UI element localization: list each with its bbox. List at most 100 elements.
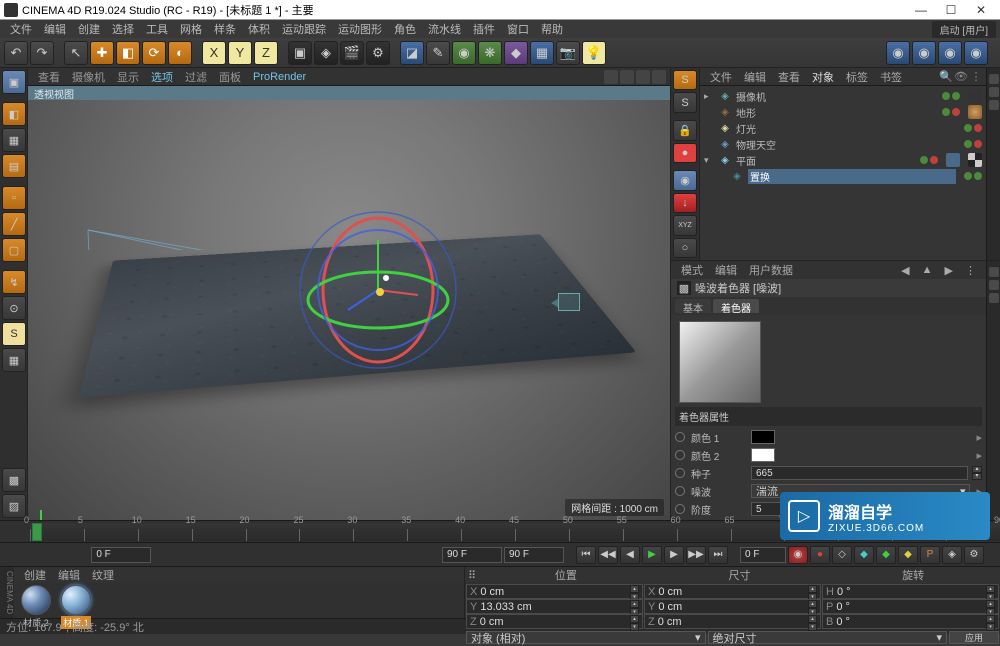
object-name[interactable]: 置换 bbox=[748, 169, 956, 184]
visibility-dot[interactable] bbox=[964, 172, 972, 180]
om-tab-edit[interactable]: 编辑 bbox=[738, 69, 772, 85]
time-end[interactable]: 90 F bbox=[442, 547, 502, 563]
visibility-dot[interactable] bbox=[942, 92, 950, 100]
mat-tab-edit[interactable]: 编辑 bbox=[52, 567, 86, 583]
mat-tab-texture[interactable]: 纹理 bbox=[86, 567, 120, 583]
z-lock[interactable]: Z bbox=[254, 41, 278, 65]
object-name[interactable]: 地形 bbox=[736, 105, 934, 120]
workplane-toggle[interactable]: ▦ bbox=[2, 348, 26, 372]
vp-nav-pan[interactable] bbox=[604, 70, 618, 84]
visibility-dot[interactable] bbox=[964, 140, 972, 148]
fr-b[interactable] bbox=[989, 87, 999, 97]
visibility-dot[interactable] bbox=[930, 156, 938, 164]
spin-up[interactable]: ▴ bbox=[986, 615, 995, 623]
deformer-tool[interactable]: ◆ bbox=[504, 41, 528, 65]
snap-toggle[interactable]: S bbox=[2, 322, 26, 346]
mode-record[interactable]: ● bbox=[673, 143, 697, 163]
om-eye-icon[interactable]: 👁 bbox=[955, 71, 967, 83]
playhead[interactable] bbox=[32, 523, 42, 541]
menu-character[interactable]: 角色 bbox=[388, 21, 422, 37]
mat-tab-create[interactable]: 创建 bbox=[18, 567, 52, 583]
om-tab-file[interactable]: 文件 bbox=[704, 69, 738, 85]
mat-tag-icon[interactable] bbox=[968, 105, 982, 119]
poly-mode[interactable]: ▢ bbox=[2, 238, 26, 262]
coord-field[interactable]: Z0 cm▴▾ bbox=[466, 614, 643, 629]
object-name[interactable]: 摄像机 bbox=[736, 89, 934, 104]
coord-mode-1[interactable]: 对象 (相对)▾ bbox=[466, 631, 706, 644]
step-fwd[interactable]: ▶▶ bbox=[686, 546, 706, 564]
mode-lock[interactable]: 🔒 bbox=[673, 120, 697, 140]
key-pos[interactable]: ◆ bbox=[854, 546, 874, 564]
vp-tab-camera[interactable]: 摄像机 bbox=[66, 69, 111, 85]
undo-button[interactable]: ↶ bbox=[4, 41, 28, 65]
coord-field[interactable]: Z0 cm▴▾ bbox=[644, 614, 821, 629]
menu-tools[interactable]: 工具 bbox=[140, 21, 174, 37]
rotate-tool[interactable]: ⟳ bbox=[142, 41, 166, 65]
attr-nav-menu[interactable]: ⋮ bbox=[959, 264, 982, 277]
om-tab-tags[interactable]: 标签 bbox=[840, 69, 874, 85]
expand-icon[interactable]: ▾ bbox=[704, 155, 714, 166]
frb-c[interactable] bbox=[989, 293, 999, 303]
key-pla[interactable]: ◈ bbox=[942, 546, 962, 564]
object-row[interactable]: ▾ ◈ 平面 bbox=[700, 152, 986, 168]
frb-b[interactable] bbox=[989, 280, 999, 290]
edge-mode[interactable]: ╱ bbox=[2, 212, 26, 236]
coord-field[interactable]: P0 °▴▾ bbox=[822, 599, 999, 614]
goto-end[interactable]: ⏭ bbox=[708, 546, 728, 564]
mode-xyz[interactable]: XYZ bbox=[673, 215, 697, 235]
point-mode[interactable]: ▫ bbox=[2, 186, 26, 210]
attr-tab-edit[interactable]: 编辑 bbox=[709, 262, 743, 278]
object-row[interactable]: ◈ 置换 bbox=[700, 168, 986, 184]
select-tool[interactable]: ↖ bbox=[64, 41, 88, 65]
radio-icon[interactable] bbox=[675, 432, 685, 442]
coord-field[interactable]: X0 cm▴▾ bbox=[466, 584, 643, 599]
x-lock[interactable]: X bbox=[202, 41, 226, 65]
picker-icon[interactable]: ▸ bbox=[976, 449, 982, 462]
om-search-icon[interactable]: 🔍 bbox=[940, 71, 952, 83]
tag-d[interactable]: ◉ bbox=[964, 41, 988, 65]
render-settings[interactable]: ⚙ bbox=[366, 41, 390, 65]
radio-icon[interactable] bbox=[675, 504, 685, 514]
mode-s2[interactable]: S bbox=[673, 92, 697, 112]
record-key[interactable]: ◉ bbox=[788, 546, 808, 564]
frb-a[interactable] bbox=[989, 267, 999, 277]
vp-nav-layout[interactable] bbox=[652, 70, 666, 84]
mode-s[interactable]: S bbox=[673, 70, 697, 90]
menu-motrack[interactable]: 运动跟踪 bbox=[276, 21, 332, 37]
fr-c[interactable] bbox=[989, 100, 999, 110]
menu-mograph[interactable]: 运动图形 bbox=[332, 21, 388, 37]
rotation-gizmo[interactable] bbox=[288, 200, 468, 380]
tag-c[interactable]: ◉ bbox=[938, 41, 962, 65]
spin-down[interactable]: ▾ bbox=[972, 473, 982, 480]
menu-mesh[interactable]: 网格 bbox=[174, 21, 208, 37]
time-current[interactable]: 0 F bbox=[740, 547, 786, 563]
play-button[interactable]: ▶ bbox=[642, 546, 662, 564]
last-tool[interactable]: ◐ bbox=[168, 41, 192, 65]
visibility-dot[interactable] bbox=[974, 172, 982, 180]
menu-plugins[interactable]: 插件 bbox=[467, 21, 501, 37]
extra-a[interactable]: ▩ bbox=[2, 468, 26, 492]
attr-tab-mode[interactable]: 模式 bbox=[675, 262, 709, 278]
tweak-mode[interactable]: ⊙ bbox=[2, 296, 26, 320]
tag-a[interactable]: ◉ bbox=[886, 41, 910, 65]
checker-tag-icon[interactable] bbox=[968, 153, 982, 167]
mode-sphere[interactable]: ◉ bbox=[673, 170, 697, 190]
key-param[interactable]: P bbox=[920, 546, 940, 564]
extra-b[interactable]: ▨ bbox=[2, 494, 26, 518]
radio-icon[interactable] bbox=[675, 486, 685, 496]
menu-edit[interactable]: 编辑 bbox=[38, 21, 72, 37]
goto-start[interactable]: ⏮ bbox=[576, 546, 596, 564]
visibility-dot[interactable] bbox=[952, 108, 960, 116]
expand-icon[interactable]: ▸ bbox=[704, 91, 714, 102]
vp-tab-view[interactable]: 查看 bbox=[32, 69, 66, 85]
frame-back[interactable]: ◀ bbox=[620, 546, 640, 564]
cam-tag-icon[interactable] bbox=[968, 89, 982, 103]
render-pv[interactable]: 🎬 bbox=[340, 41, 364, 65]
visibility-dot[interactable] bbox=[942, 108, 950, 116]
model-mode[interactable]: ◧ bbox=[2, 102, 26, 126]
spin-up[interactable]: ▴ bbox=[630, 585, 639, 593]
menu-volume[interactable]: 体积 bbox=[242, 21, 276, 37]
key-opt-a[interactable]: ◇ bbox=[832, 546, 852, 564]
menu-select[interactable]: 选择 bbox=[106, 21, 140, 37]
coord-field[interactable]: Y13.033 cm▴▾ bbox=[466, 599, 643, 614]
